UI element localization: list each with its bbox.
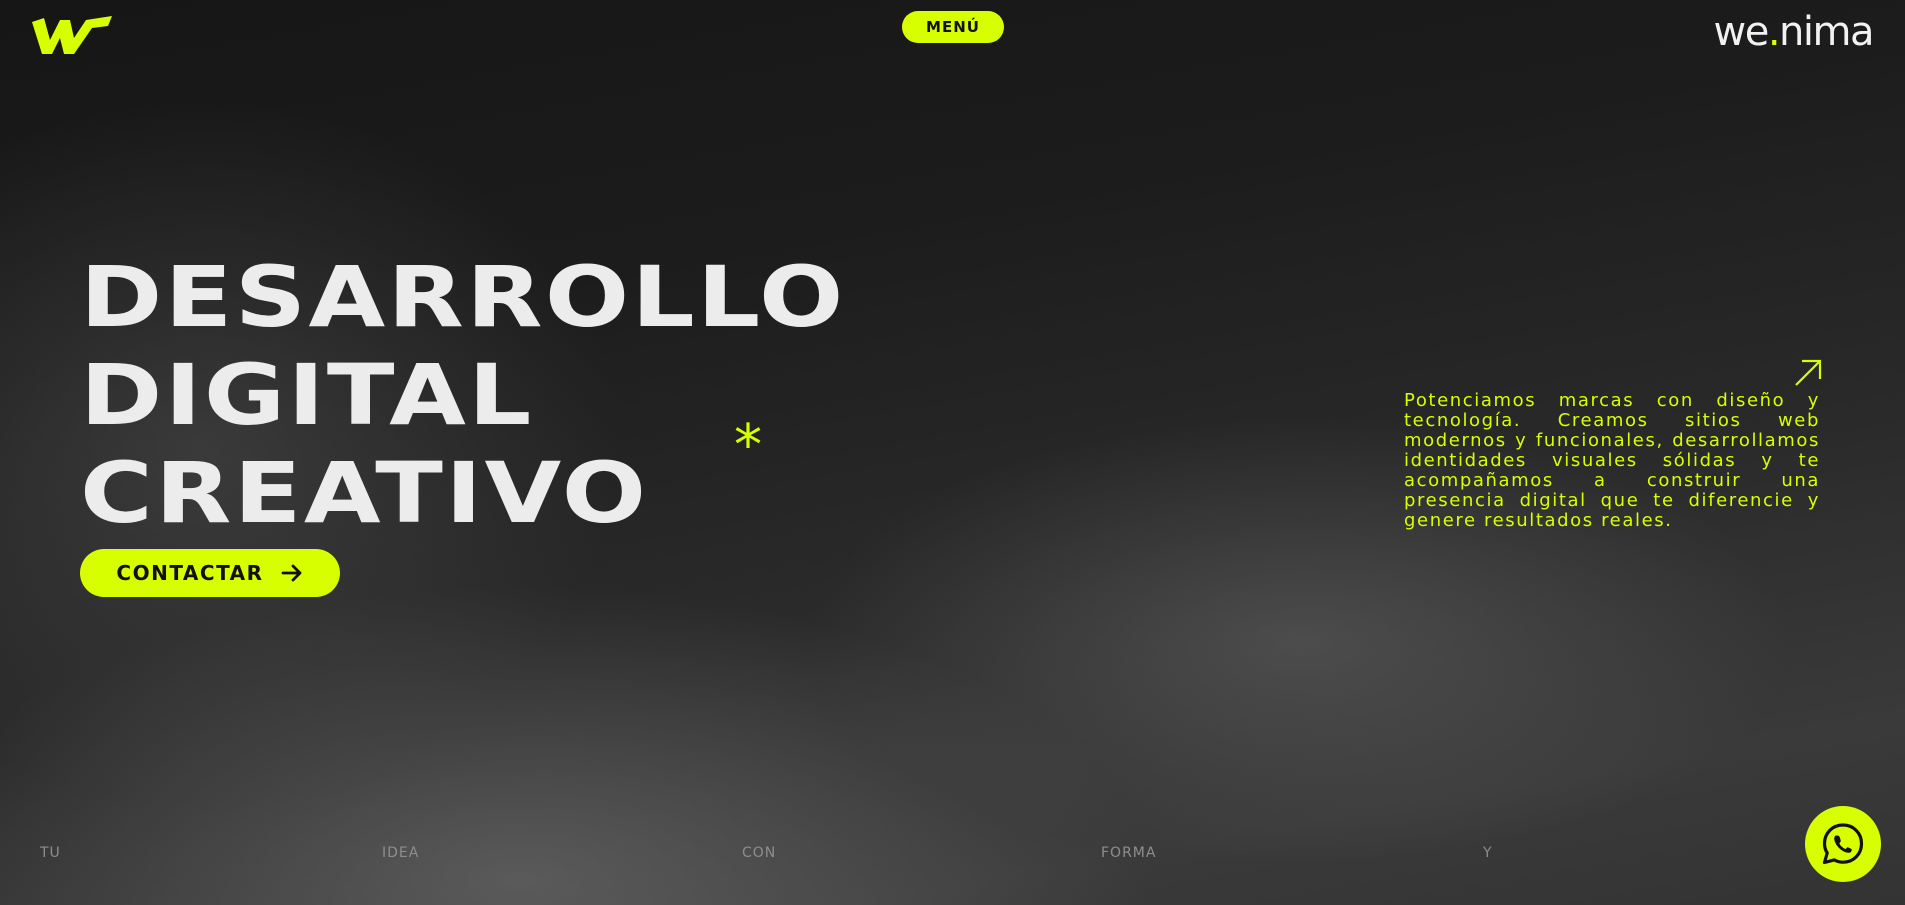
brand-prefix: we [1713,9,1770,55]
contact-button-label: CONTACTAR [116,561,264,585]
hero-title-line: DIGITAL [80,346,534,444]
brand-suffix: nima [1779,9,1874,55]
arrow-up-right-icon [1795,359,1822,386]
asterisk-accent: * [734,413,762,478]
marquee-word: CON [742,845,777,861]
arrow-right-icon [281,564,301,582]
hero-title-line: CREATIVO [80,444,649,542]
marquee-word: TU [40,845,61,861]
hero-title-line: DESARROLLO [80,248,846,346]
w-logo-icon[interactable] [30,14,114,58]
marquee-word: FORMA [1101,845,1157,861]
landing-page: MENÚ we.nima DESARROLLO DIGITAL CREATIVO… [0,0,1905,905]
marquee-word: Y [1483,845,1493,861]
whatsapp-icon [1822,823,1864,865]
marquee-word: IDEA [382,845,420,861]
whatsapp-button[interactable] [1805,806,1881,882]
brand-dot: . [1767,9,1781,55]
brand-wordmark[interactable]: we.nima [1713,9,1875,55]
hero-title: DESARROLLO DIGITAL CREATIVO [80,248,846,542]
marquee-strip: TU IDEA CON FORMA Y [0,845,1905,865]
contact-button[interactable]: CONTACTAR [80,549,340,597]
menu-button[interactable]: MENÚ [902,11,1004,43]
intro-paragraph: Potenciamos marcas con diseño y tecnolog… [1404,390,1820,531]
